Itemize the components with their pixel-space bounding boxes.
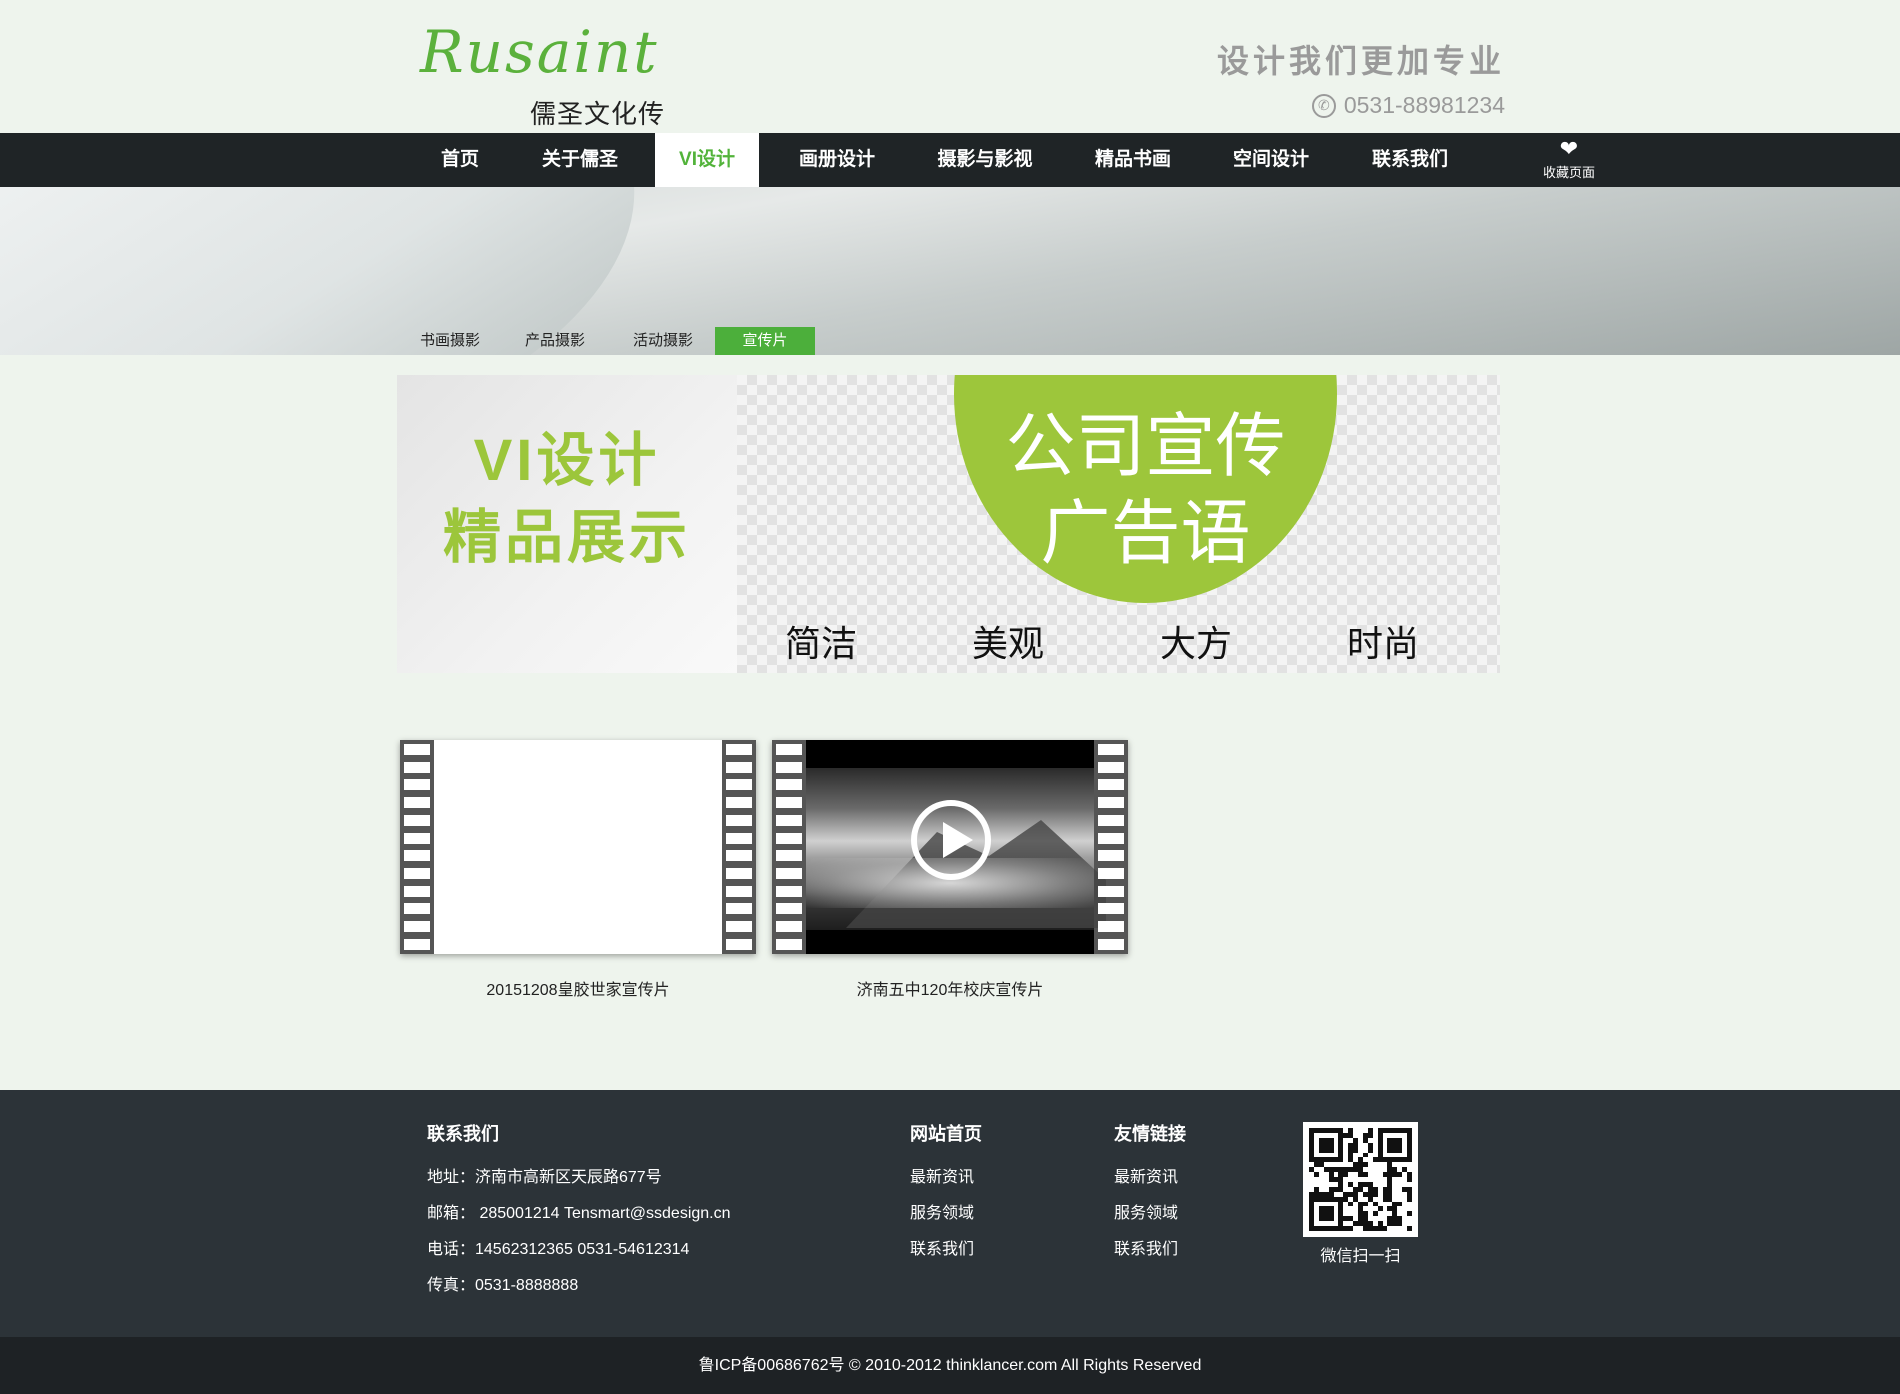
copyright-bar: 鲁ICP备00686762号 © 2010-2012 thinklancer.c… [0, 1337, 1900, 1394]
promo-word: 时尚 [1347, 623, 1420, 664]
qr-code-icon [1309, 1128, 1412, 1231]
footer-friend-link-news[interactable]: 最新资讯 [1114, 1160, 1186, 1196]
qr-label: 微信扫一扫 [1320, 1248, 1401, 1265]
film-strip-left [404, 744, 430, 950]
nav-item-space-design[interactable]: 空间设计 [1216, 133, 1326, 187]
header-slogan: 设计我们更加专业 [1216, 43, 1505, 79]
footer-address: 地址：济南市高新区天辰路677号 [427, 1169, 662, 1186]
footer-contact: 联系我们 地址：济南市高新区天辰路677号 邮箱： 285001214 Tens… [427, 1120, 731, 1304]
video-caption[interactable]: 20151208皇胶世家宣传片 [400, 976, 756, 1000]
video-caption[interactable]: 济南五中120年校庆宣传片 [772, 976, 1128, 1000]
site-footer: 联系我们 地址：济南市高新区天辰路677号 邮箱： 285001214 Tens… [0, 1090, 1900, 1337]
favorite-button[interactable]: ❤ 收藏页面 [1538, 136, 1600, 181]
wechat-qr-code [1303, 1122, 1418, 1237]
footer-fax: 传真：0531-8888888 [427, 1277, 579, 1294]
footer-friend-links-title: 友情链接 [1114, 1124, 1186, 1144]
footer-link-news[interactable]: 最新资讯 [910, 1160, 982, 1196]
nav-item-vi-design[interactable]: VI设计 [655, 133, 759, 187]
footer-link-contact[interactable]: 联系我们 [910, 1232, 982, 1268]
footer-contact-title: 联系我们 [427, 1124, 499, 1144]
subtab-promo-video[interactable]: 宣传片 [715, 327, 815, 355]
logo[interactable]: Rusaint 儒圣文化传媒 [420, 18, 685, 166]
subtab-calligraphy-photo[interactable]: 书画摄影 [405, 327, 495, 355]
film-strip-left [776, 744, 802, 950]
sub-tabs: 书画摄影 产品摄影 活动摄影 宣传片 [0, 327, 1900, 355]
promo-banner: VI设计 精品展示 公司宣传 广告语 简洁 美观 大方 时尚 [397, 375, 1500, 673]
footer-email: 邮箱： 285001214 Tensmart@ssdesign.cn [427, 1205, 731, 1222]
header-phone-number: 0531-88981234 [1343, 92, 1505, 118]
promo-left-subtitle: 精品展示 [442, 505, 691, 570]
film-strip-right [1098, 744, 1124, 950]
heart-icon: ❤ [1559, 136, 1579, 161]
promo-word: 简洁 [785, 623, 858, 664]
header-phone: ✆ 0531-88981234 [1311, 92, 1505, 119]
promo-left-panel: VI设计 精品展示 [397, 375, 737, 673]
promo-right-panel: 公司宣传 广告语 简洁 美观 大方 时尚 [737, 375, 1500, 673]
nav-item-calligraphy[interactable]: 精品书画 [1078, 133, 1188, 187]
logo-script-text: Rusaint [420, 18, 659, 86]
site-header: Rusaint 儒圣文化传媒 设计我们更加专业 ✆ 0531-88981234 [0, 0, 1900, 166]
nav-item-about[interactable]: 关于儒圣 [530, 133, 630, 187]
video-screen [806, 740, 1106, 954]
nav-item-home[interactable]: 首页 [420, 133, 500, 187]
promo-circle-line1: 公司宣传 [1005, 407, 1286, 485]
video-thumbnail[interactable] [772, 740, 1128, 954]
footer-link-services[interactable]: 服务领域 [910, 1196, 982, 1232]
promo-word: 大方 [1160, 623, 1233, 664]
favorite-label: 收藏页面 [1542, 165, 1595, 180]
subtab-event-photo[interactable]: 活动摄影 [618, 327, 708, 355]
play-icon[interactable] [911, 800, 991, 880]
page-banner: ᗡ∃ 书画摄影 产品摄影 活动摄影 宣传片 [0, 187, 1900, 355]
video-thumbnail[interactable] [400, 740, 756, 954]
phone-icon: ✆ [1311, 93, 1336, 118]
video-card[interactable]: 济南五中120年校庆宣传片 [772, 740, 1128, 1000]
footer-site-links: 网站首页 最新资讯 服务领域 联系我们 [910, 1120, 982, 1268]
promo-left-title: VI设计 [473, 428, 661, 493]
nav-item-brochure[interactable]: 画册设计 [784, 133, 890, 187]
film-strip-right [726, 744, 752, 950]
footer-friend-links: 友情链接 最新资讯 服务领域 联系我们 [1114, 1120, 1186, 1268]
main-nav: 首页 关于儒圣 VI设计 画册设计 摄影与影视 精品书画 空间设计 联系我们 ❤… [0, 133, 1900, 187]
promo-word: 美观 [972, 623, 1045, 664]
subtab-product-photo[interactable]: 产品摄影 [510, 327, 600, 355]
footer-friend-link-contact[interactable]: 联系我们 [1114, 1232, 1186, 1268]
footer-site-home[interactable]: 网站首页 [910, 1120, 982, 1146]
nav-item-photo-video[interactable]: 摄影与影视 [920, 133, 1050, 187]
footer-friend-link-services[interactable]: 服务领域 [1114, 1196, 1186, 1232]
video-card[interactable]: 20151208皇胶世家宣传片 [400, 740, 756, 1000]
video-screen [434, 740, 722, 954]
footer-phone: 电话：14562312365 0531-54612314 [427, 1241, 690, 1258]
promo-circle: 公司宣传 广告语 [954, 375, 1337, 603]
promo-circle-line2: 广告语 [1040, 494, 1251, 572]
nav-item-contact[interactable]: 联系我们 [1355, 133, 1465, 187]
